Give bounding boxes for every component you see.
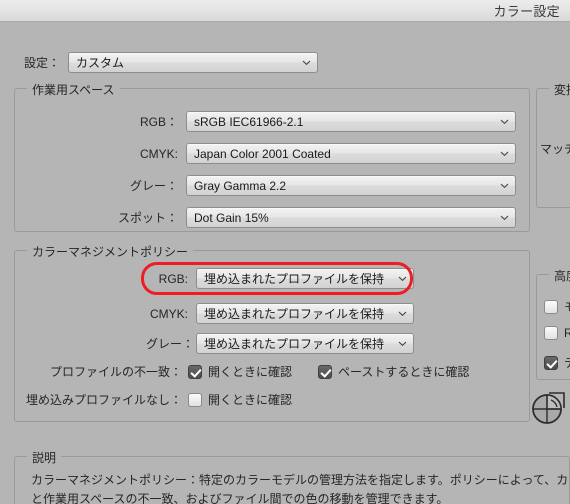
checkbox-advanced-1[interactable] xyxy=(544,299,558,314)
working-space-label-spot: スポット： xyxy=(118,211,179,225)
working-space-select-spot[interactable]: Dot Gain 15% xyxy=(186,207,516,228)
description-body: カラーマネジメントポリシー：特定のカラーモデルの管理方法を指定します。ポリシーに… xyxy=(31,473,570,504)
checkbox-advanced-3-label: テ xyxy=(564,354,570,371)
advanced-option-row-2: R xyxy=(544,326,570,340)
gray-policy-row: グレー： 埋め込まれたプロファイルを保持 xyxy=(146,333,414,354)
missing-profile-label: 埋め込みプロファイルなし： xyxy=(25,393,182,407)
policy-select-cmyk[interactable]: 埋め込まれたプロファイルを保持 xyxy=(196,303,414,324)
settings-select-value: カスタム xyxy=(76,56,125,70)
profile-mismatch-label: プロファイルの不一致： xyxy=(49,365,182,379)
policy-label-gray: グレー： xyxy=(146,337,195,351)
matching-label: マッチ xyxy=(540,142,570,156)
working-space-select-rgb[interactable]: sRGB IEC61966-2.1 xyxy=(186,111,516,132)
missing-profile-row: 埋め込みプロファイルなし： 開くときに確認 xyxy=(14,391,292,408)
checkbox-advanced-2[interactable] xyxy=(544,326,558,340)
working-space-value-spot: Dot Gain 15% xyxy=(194,210,269,225)
working-space-select-cmyk[interactable]: Japan Color 2001 Coated xyxy=(186,143,516,164)
working-space-value-cmyk: Japan Color 2001 Coated xyxy=(194,146,331,161)
description-title: 説明 xyxy=(27,449,62,466)
description-group: 説明 カラーマネジメントポリシー：特定のカラーモデルの管理方法を指定します。ポリ… xyxy=(14,449,570,504)
working-space-row-rgb: RGB： sRGB IEC61966-2.1 xyxy=(118,111,516,132)
working-space-label-rgb: RGB： xyxy=(139,115,178,129)
working-space-row-gray: グレー： Gray Gamma 2.2 xyxy=(118,175,516,196)
chevron-down-icon xyxy=(398,339,407,348)
checkbox-mismatch-ask-open-label: 開くときに確認 xyxy=(208,365,293,379)
policy-select-rgb[interactable]: 埋め込まれたプロファイルを保持 xyxy=(196,268,414,289)
chevron-down-icon xyxy=(500,213,509,222)
checkbox-missing-ask-open-label: 開くときに確認 xyxy=(208,393,293,407)
settings-label: 設定： xyxy=(22,54,63,71)
policy-select-gray[interactable]: 埋め込まれたプロファイルを保持 xyxy=(196,333,414,354)
checkbox-mismatch-ask-open[interactable] xyxy=(188,364,202,379)
rgb-policy-row: RGB: 埋め込まれたプロファイルを保持 xyxy=(146,268,414,289)
right-panel-clipped: 変換 マッチ 高度 モ R テ xyxy=(528,22,570,504)
chevron-down-icon xyxy=(500,181,509,190)
policy-label-rgb: RGB: xyxy=(158,271,188,286)
chevron-down-icon xyxy=(302,58,311,67)
checkbox-advanced-3[interactable] xyxy=(544,355,558,370)
chevron-down-icon xyxy=(500,117,509,126)
settings-select[interactable]: カスタム xyxy=(68,52,319,73)
working-space-value-gray: Gray Gamma 2.2 xyxy=(194,178,287,193)
chevron-down-icon xyxy=(398,309,407,318)
cmyk-policy-row: CMYK: 埋め込まれたプロファイルを保持 xyxy=(146,303,414,324)
checkbox-mismatch-ask-paste-label: ペーストするときに確認 xyxy=(338,365,470,379)
chevron-down-icon xyxy=(500,149,509,158)
checkbox-advanced-1-label: モ xyxy=(564,298,570,315)
settings-row: 設定： カスタム xyxy=(22,52,319,73)
policy-label-cmyk: CMYK: xyxy=(149,306,188,321)
working-spaces-title: 作業用スペース xyxy=(27,81,120,98)
checkbox-advanced-2-label: R xyxy=(564,326,570,340)
checkbox-mismatch-ask-paste[interactable] xyxy=(318,364,333,379)
checkbox-missing-ask-open[interactable] xyxy=(188,392,202,407)
window-title: カラー設定 xyxy=(493,4,560,19)
working-space-label-gray: グレー： xyxy=(129,179,178,193)
color-settings-dialog: カラー設定 設定： カスタム 作業用スペース RGB： sRGB IEC6196… xyxy=(0,0,570,504)
policy-value-cmyk: 埋め込まれたプロファイルを保持 xyxy=(204,307,385,321)
color-wheel-icon xyxy=(530,388,568,426)
policies-title: カラーマネジメントポリシー xyxy=(27,243,194,260)
dialog-body: 設定： カスタム 作業用スペース RGB： sRGB IEC61966-2.1 … xyxy=(0,22,570,504)
working-space-label-cmyk: CMYK: xyxy=(139,146,178,161)
title-bar: カラー設定 xyxy=(0,0,570,22)
working-space-select-gray[interactable]: Gray Gamma 2.2 xyxy=(186,175,516,196)
policy-value-gray: 埋め込まれたプロファイルを保持 xyxy=(204,337,385,351)
advanced-option-row-3: テ xyxy=(544,354,570,371)
working-space-row-spot: スポット： Dot Gain 15% xyxy=(118,207,516,228)
chevron-down-icon xyxy=(398,274,407,283)
advanced-title: 高度 xyxy=(549,267,570,284)
profile-mismatch-row: プロファイルの不一致： 開くときに確認 ペーストするときに確認 xyxy=(32,363,469,380)
conversion-title: 変換 xyxy=(549,81,570,98)
working-space-value-rgb: sRGB IEC61966-2.1 xyxy=(194,114,304,129)
policy-value-rgb: 埋め込まれたプロファイルを保持 xyxy=(204,272,385,286)
working-space-row-cmyk: CMYK: Japan Color 2001 Coated xyxy=(118,143,516,164)
advanced-option-row-1: モ xyxy=(544,298,570,315)
